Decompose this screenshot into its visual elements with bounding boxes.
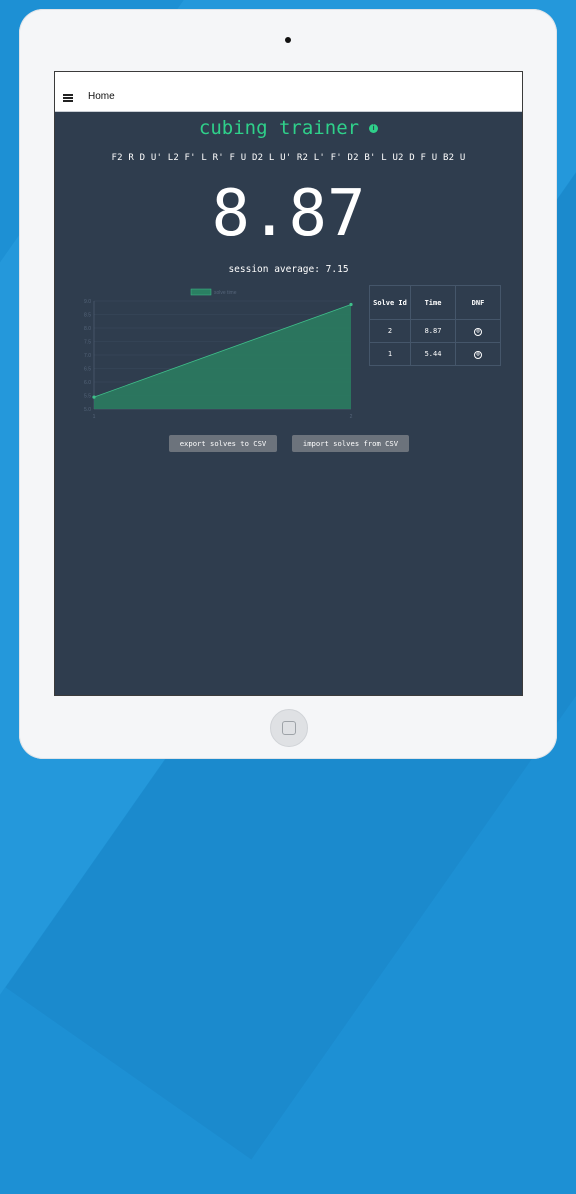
- table-row: 2 8.87 ⊗: [369, 319, 501, 343]
- import-csv-button[interactable]: import solves from CSV: [292, 435, 409, 452]
- app-title: cubing trainer: [198, 117, 360, 139]
- scramble-text: F2 R D U' L2 F' L R' F U D2 L U' R2 L' F…: [111, 153, 466, 163]
- data-point: [349, 302, 353, 307]
- y-tick-label: 6.5: [84, 367, 91, 373]
- info-icon[interactable]: i: [369, 124, 379, 133]
- export-csv-button[interactable]: export solves to CSV: [169, 435, 277, 452]
- legend-label: solve time: [214, 290, 237, 296]
- camera-icon: [285, 37, 291, 43]
- solve-time-chart: 5.0 5.5 6.0 6.5 7.0 7.5 8.0 8.5 9.0 1 2 solve time: [84, 288, 353, 420]
- top-app-bar: Home: [55, 72, 522, 112]
- y-tick-label: 9.0: [84, 299, 91, 305]
- dnf-cell: ⊗: [455, 342, 501, 366]
- timer-display[interactable]: 8.87: [55, 176, 522, 252]
- app-title-row: cubing trainer i: [55, 117, 522, 139]
- y-tick-label: 8.5: [84, 313, 91, 319]
- solves-table: Solve Id Time DNF 2 8.87 ⊗ 1 5.44 ⊗: [369, 285, 501, 366]
- hamburger-icon[interactable]: [63, 94, 73, 102]
- y-tick-label: 8.0: [84, 326, 91, 332]
- y-tick-label: 5.0: [84, 407, 91, 413]
- data-point: [92, 395, 96, 399]
- session-average: session average: 7.15: [228, 264, 349, 275]
- solve-id-cell: 2: [369, 319, 411, 343]
- header-solve-id: Solve Id: [369, 285, 411, 320]
- x-tick-label: 2: [350, 414, 353, 420]
- series-area: [94, 304, 351, 409]
- y-tick-label: 7.0: [84, 353, 91, 359]
- header-time: Time: [410, 285, 456, 320]
- time-cell: 5.44: [410, 342, 456, 366]
- dnf-cell: ⊗: [455, 319, 501, 343]
- dnf-toggle-icon[interactable]: ⊗: [474, 327, 482, 336]
- time-cell: 8.87: [410, 319, 456, 343]
- y-tick-label: 5.5: [84, 394, 91, 400]
- home-button[interactable]: [270, 709, 308, 747]
- legend-swatch: [190, 288, 212, 296]
- app-screen: Home cubing trainer i F2 R D U' L2 F' L R…: [54, 71, 523, 696]
- solve-id-cell: 1: [369, 342, 411, 366]
- table-row: 1 5.44 ⊗: [369, 342, 501, 366]
- header-dnf: DNF: [455, 285, 501, 320]
- home-square-icon: [282, 721, 296, 735]
- y-tick-label: 6.0: [84, 380, 91, 386]
- dnf-toggle-icon[interactable]: ⊗: [474, 350, 482, 359]
- y-tick-label: 7.5: [84, 340, 91, 346]
- table-header-row: Solve Id Time DNF: [369, 285, 501, 320]
- page-title: Home: [88, 91, 115, 102]
- x-tick-label: 1: [93, 414, 96, 420]
